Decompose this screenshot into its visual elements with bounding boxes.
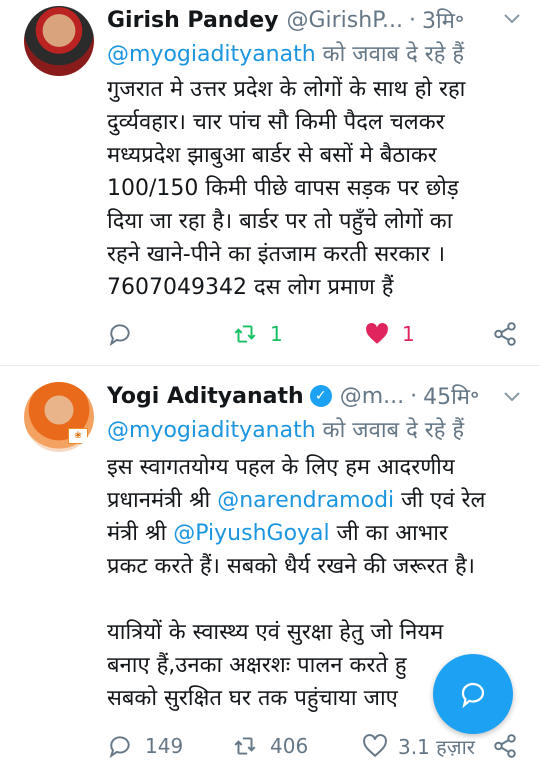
replying-to: @myogiadityanath को जवाब दे रहे हैं: [107, 414, 464, 444]
replying-to-label: को जवाब दे रहे हैं: [322, 418, 465, 443]
replying-to-label: को जवाब दे रहे हैं: [322, 42, 465, 67]
replying-to: @myogiadityanath को जवाब दे रहे हैं: [107, 38, 464, 68]
tweet-text-segment: जी एवं रेल: [394, 488, 486, 513]
tweet-line: रहने खाने-पीने का इंतजाम करती सरकार ।: [107, 242, 446, 267]
verified-icon: ✓: [309, 385, 332, 407]
tweet-line: दिया जा रहा है। बार्डर पर तो पहुँचे लोगो…: [107, 209, 453, 234]
share-icon: [494, 734, 516, 758]
author-handle[interactable]: @GirishP...: [286, 8, 403, 33]
retweet-count: 406: [270, 734, 309, 758]
tweet-line: यात्रियों के स्वास्थ्य एवं सुरक्षा हेतु …: [107, 620, 444, 645]
avatar[interactable]: [24, 6, 94, 76]
reply-button[interactable]: 149: [107, 731, 183, 761]
tweet-actions: 1 1: [107, 319, 520, 349]
reply-button[interactable]: [107, 319, 133, 349]
share-button[interactable]: [492, 731, 518, 761]
author-name[interactable]: Girish Pandey: [107, 8, 278, 33]
author-name[interactable]: Yogi Adityanath: [107, 384, 304, 409]
mention-link[interactable]: @PiyushGoyal: [173, 521, 329, 546]
timestamp[interactable]: 45मि॰: [423, 381, 479, 411]
tweet-line: 100/150 किमी पीछे वापस सड़क पर छोड़: [107, 176, 459, 201]
separator-dot: ·: [410, 383, 418, 409]
like-button[interactable]: 3.1 हज़ार: [362, 731, 475, 761]
tweet[interactable]: Girish Pandey @GirishP... · 3मि॰ @myogia…: [0, 0, 540, 366]
like-count: 1: [402, 322, 415, 346]
tweet-line: दुर्व्यवहार। चार पांच सौ किमी पैदल चलकर: [107, 110, 445, 135]
like-count: 3.1 हज़ार: [398, 734, 475, 759]
retweet-button[interactable]: 1: [232, 319, 283, 349]
tweet-text: गुजरात मे उत्तर प्रदेश के लोगों के साथ ह…: [107, 73, 527, 304]
avatar[interactable]: ❀: [24, 382, 94, 452]
retweet-icon: [234, 737, 256, 755]
like-icon: [366, 323, 388, 344]
reply-count: 149: [145, 734, 184, 758]
chevron-down-icon[interactable]: [502, 386, 522, 406]
chevron-down-icon[interactable]: [502, 8, 522, 28]
tweet-actions: 149 406 3.1 हज़ार: [107, 731, 520, 761]
tweet-text-segment: प्रधानमंत्री श्री: [107, 488, 218, 513]
replying-to-mention[interactable]: @myogiadityanath: [107, 42, 316, 67]
party-logo-icon: ❀: [68, 428, 88, 444]
retweet-count: 1: [270, 322, 283, 346]
tweet-text-segment: मंत्री श्री: [107, 521, 174, 546]
like-icon: [363, 734, 387, 758]
reply-icon: [109, 736, 130, 759]
retweet-button[interactable]: 406: [232, 731, 308, 761]
compose-icon: [461, 682, 485, 709]
tweet-header: Girish Pandey @GirishP... · 3मि॰: [107, 2, 520, 38]
mention-link[interactable]: @narendramodi: [217, 488, 394, 513]
separator-dot: ·: [409, 7, 417, 33]
tweet-text-segment: जी का आभार: [329, 521, 448, 546]
tweet-line: मध्यप्रदेश झाबुआ बार्डर से बसों मे बैठाक…: [107, 143, 437, 168]
author-handle[interactable]: @m...: [340, 384, 404, 409]
replying-to-mention[interactable]: @myogiadityanath: [107, 418, 316, 443]
tweet-line: इस स्वागतयोग्य पहल के लिए हम आदरणीय: [107, 455, 455, 480]
tweet-line: प्रकट करते हैं। सबको धैर्य रखने की जरूरत…: [107, 554, 475, 579]
tweet-line: 7607049342 दस लोग प्रमाण हैं: [107, 275, 394, 300]
compose-button[interactable]: [433, 654, 513, 734]
timestamp[interactable]: 3मि॰: [422, 5, 464, 35]
share-button[interactable]: [492, 319, 518, 349]
like-button[interactable]: 1: [364, 319, 415, 349]
tweet-header: Yogi Adityanath ✓ @m... · 45मि॰: [107, 378, 520, 414]
share-icon: [494, 322, 516, 346]
tweet-line: गुजरात मे उत्तर प्रदेश के लोगों के साथ ह…: [107, 77, 466, 102]
tweet-line: प्रधानमंत्री श्री @narendramodi जी एवं र…: [107, 484, 527, 517]
tweet-line: मंत्री श्री @PiyushGoyal जी का आभार: [107, 517, 527, 550]
reply-icon: [109, 324, 130, 347]
retweet-icon: [234, 325, 256, 343]
